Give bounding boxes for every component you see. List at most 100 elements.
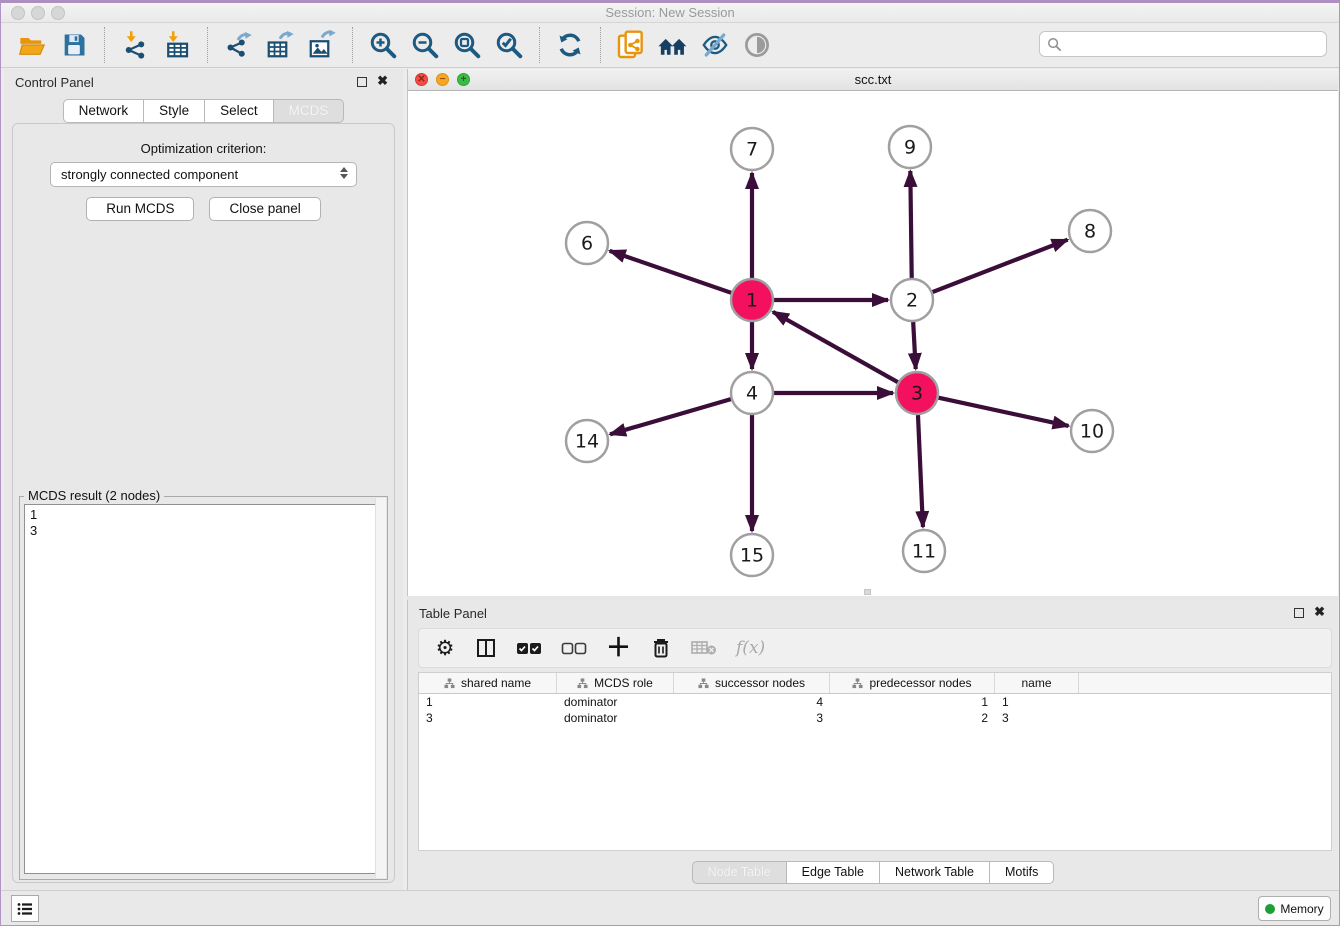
graph-edge-3-10[interactable] [938,398,1068,426]
optimization-criterion-select[interactable]: strongly connected component [50,162,357,187]
home-icon[interactable] [656,28,690,62]
toolbar-separator [104,27,105,63]
splitter-grip[interactable] [864,589,871,595]
refresh-icon[interactable] [553,28,587,62]
import-table-icon[interactable] [160,28,194,62]
column-header-name[interactable]: name [995,673,1079,693]
app-titlebar: Session: New Session [1,3,1339,23]
tab-select[interactable]: Select [205,99,274,123]
graph-node-label-2: 2 [906,290,918,312]
tree-icon [698,678,709,689]
network-window-title: scc.txt [408,72,1338,87]
table-row[interactable]: 1 dominator 4 1 1 [419,694,1331,710]
save-session-icon[interactable] [57,28,91,62]
column-header-mcds-role[interactable]: MCDS role [557,673,674,693]
search-field[interactable] [1039,31,1327,57]
network-canvas: 7968124314101511 [408,91,1337,595]
graph-edge-3-11[interactable] [918,415,923,527]
table-tabs: Node Table Edge Table Network Table Moti… [408,861,1338,884]
optimization-criterion-value: strongly connected component [61,167,238,182]
settings-gear-icon[interactable]: ⚙ [434,636,456,660]
search-icon [1047,37,1062,52]
graph-node-label-8: 8 [1084,221,1096,243]
control-panel-title: Control Panel [15,75,94,90]
graph-node-label-4: 4 [746,383,758,405]
main-toolbar [1,23,1339,68]
clone-network-icon[interactable] [614,28,648,62]
control-panel-header: Control Panel ✖ [4,69,403,95]
show-all-eye-icon[interactable] [740,28,774,62]
list-icon [17,902,33,916]
network-view-window: ✕ − + scc.txt 7968124314101511 [407,69,1338,596]
column-header-shared-name[interactable]: shared name [419,673,557,693]
zoom-fit-icon[interactable] [450,28,484,62]
search-input[interactable] [1062,34,1326,54]
network-canvas-area[interactable]: 7968124314101511 [408,91,1338,595]
graph-edge-4-14[interactable] [610,399,731,434]
tab-network-table[interactable]: Network Table [880,861,990,884]
toolbar-separator [600,27,601,63]
tab-motifs[interactable]: Motifs [990,861,1054,884]
delete-column-icon[interactable] [650,636,672,660]
application-window: Session: New Session [0,0,1340,926]
float-table-panel-icon[interactable] [1294,608,1304,618]
import-network-icon[interactable] [118,28,152,62]
close-panel-button[interactable]: Close panel [209,197,320,221]
float-panel-icon[interactable] [357,77,367,87]
select-all-icon[interactable] [516,636,542,660]
mcds-result-text[interactable]: 1 3 [24,504,383,874]
export-network-icon[interactable] [221,28,255,62]
table-panel-title: Table Panel [419,606,487,621]
app-title: Session: New Session [1,5,1339,20]
open-session-icon[interactable] [15,28,49,62]
graph-edge-2-3[interactable] [913,322,916,369]
zoom-out-icon[interactable] [408,28,442,62]
column-header-successor-nodes[interactable]: successor nodes [674,673,830,693]
close-table-panel-icon[interactable]: ✖ [1314,605,1325,619]
table-toolbar: ⚙ ＋ f(x) [418,628,1332,668]
function-builder-icon[interactable]: f(x) [736,636,765,660]
graph-edge-2-9[interactable] [910,171,911,278]
graph-node-label-7: 7 [746,139,758,161]
result-scrollbar[interactable] [375,498,386,878]
task-history-button[interactable] [11,895,39,922]
deselect-all-icon[interactable] [561,636,587,660]
tree-icon [852,678,863,689]
zoom-in-icon[interactable] [366,28,400,62]
zoom-selected-icon[interactable] [492,28,526,62]
toolbar-separator [207,27,208,63]
add-column-icon[interactable]: ＋ [606,636,631,660]
status-bar: Memory [1,890,1339,925]
memory-label: Memory [1280,902,1323,916]
tab-mcds[interactable]: MCDS [274,99,345,123]
close-panel-icon[interactable]: ✖ [377,74,388,88]
export-image-icon[interactable] [305,28,339,62]
graph-edge-3-1[interactable] [773,312,898,382]
tab-network[interactable]: Network [63,99,145,123]
export-table-icon[interactable] [263,28,297,62]
show-column-icon[interactable] [475,636,497,660]
mcds-result-legend: MCDS result (2 nodes) [24,488,164,503]
column-header-predecessor-nodes[interactable]: predecessor nodes [830,673,995,693]
tab-node-table[interactable]: Node Table [692,861,787,884]
table-panel-header: Table Panel ✖ [408,600,1338,626]
hide-selected-eye-icon[interactable] [698,28,732,62]
table-row[interactable]: 3 dominator 3 2 3 [419,710,1331,726]
table-header-row: shared name MCDS role successor nodes pr… [419,673,1331,694]
toolbar-separator [539,27,540,63]
memory-button[interactable]: Memory [1258,896,1331,921]
tree-icon [444,678,455,689]
graph-edge-1-6[interactable] [610,251,732,293]
graph-edge-2-8[interactable] [933,240,1068,292]
node-table[interactable]: shared name MCDS role successor nodes pr… [418,672,1332,851]
graph-node-label-14: 14 [575,431,599,453]
tab-style[interactable]: Style [144,99,205,123]
delete-table-icon[interactable] [691,636,717,660]
graph-node-label-9: 9 [904,137,916,159]
control-panel: Control Panel ✖ Network Style Select MCD… [4,69,403,893]
mcds-result-box: MCDS result (2 nodes) 1 3 [19,496,388,880]
tab-edge-table[interactable]: Edge Table [787,861,880,884]
graph-node-label-10: 10 [1080,421,1104,443]
graph-node-label-6: 6 [581,233,593,255]
run-mcds-button[interactable]: Run MCDS [86,197,194,221]
